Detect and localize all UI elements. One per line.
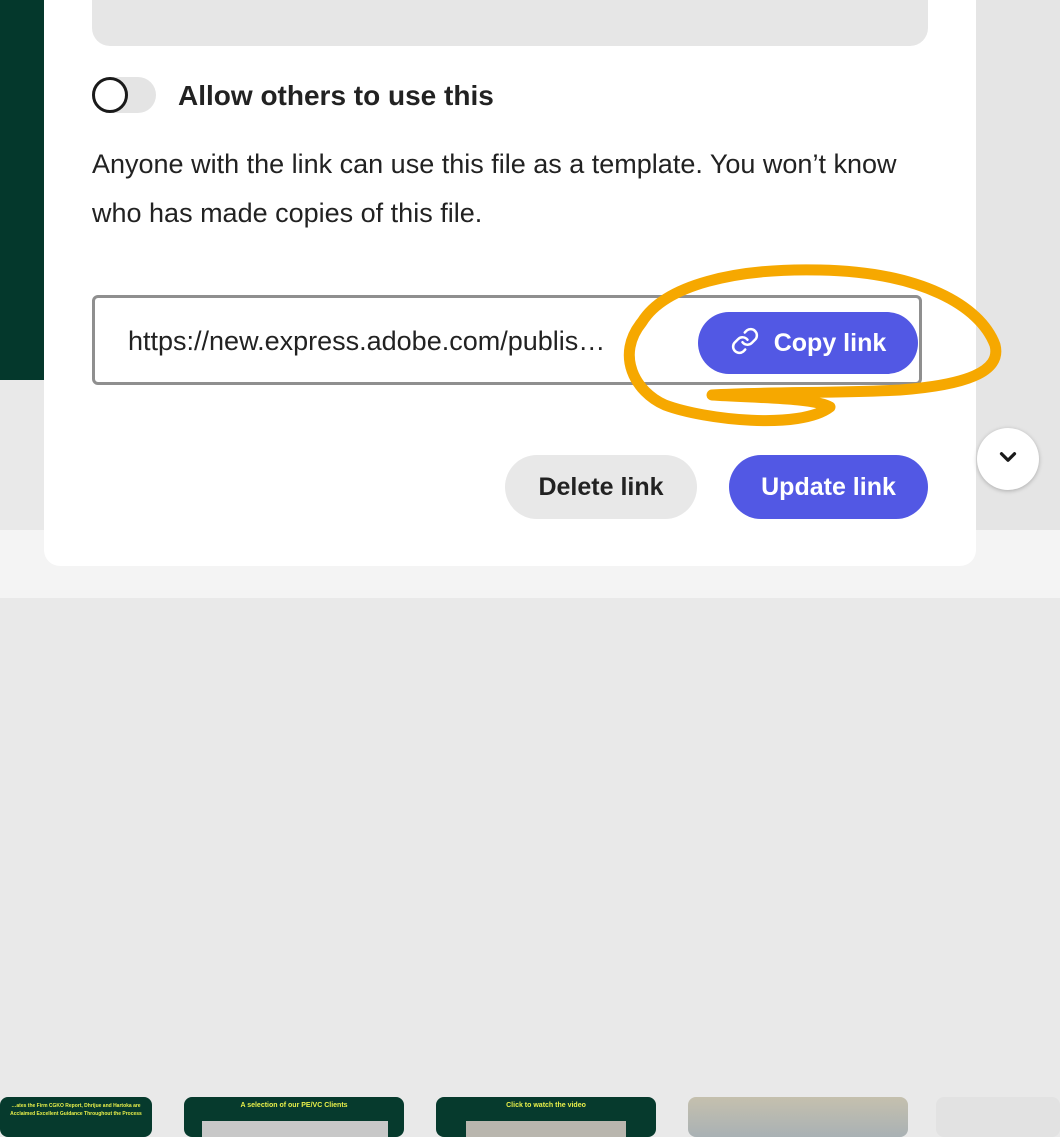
scroll-down-button[interactable] (977, 428, 1039, 490)
slide-thumbnail-1[interactable]: …ates the Firm CGKO Report, Dhrijue and … (0, 1097, 152, 1137)
slide-thumbnail-caption: …ates the Firm CGKO Report, Dhrijue and … (10, 1103, 142, 1117)
slide-thumbnail-image (202, 1121, 388, 1137)
update-link-button[interactable]: Update link (729, 455, 928, 519)
background-green-panel (0, 0, 44, 380)
slide-thumbnail-5[interactable] (936, 1097, 1060, 1137)
copy-link-button[interactable]: Copy link (698, 312, 918, 374)
chevron-down-icon (995, 444, 1021, 475)
preview-panel (92, 0, 928, 46)
share-link-field[interactable]: https://new.express.adobe.com/publis… Co… (92, 295, 922, 385)
slide-thumbnail-image (466, 1121, 626, 1137)
allow-others-toggle[interactable] (92, 77, 156, 113)
share-dialog: Allow others to use this Anyone with the… (44, 0, 976, 566)
copy-link-label: Copy link (773, 328, 887, 357)
slide-thumbnail-caption: Click to watch the video (506, 1102, 586, 1109)
slide-thumbnail-3[interactable]: Click to watch the video (436, 1097, 656, 1137)
delete-link-button[interactable]: Delete link (505, 455, 697, 519)
slide-thumbnail-caption: A selection of our PE/VC Clients (240, 1102, 348, 1109)
slide-thumbnail-4[interactable] (688, 1097, 908, 1137)
slide-thumbnail-2[interactable]: A selection of our PE/VC Clients (184, 1097, 404, 1137)
toggle-label: Allow others to use this (178, 80, 494, 111)
toggle-knob (92, 77, 128, 113)
template-description: Anyone with the link can use this file a… (92, 149, 897, 228)
link-icon (730, 326, 760, 361)
share-link-url: https://new.express.adobe.com/publis… (128, 326, 606, 356)
